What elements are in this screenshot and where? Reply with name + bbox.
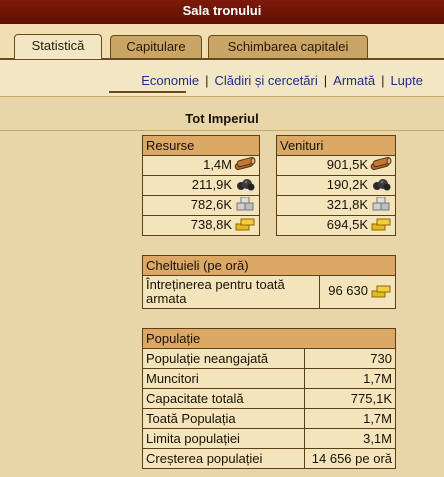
- tab-surrender[interactable]: Capitulare: [110, 35, 202, 58]
- table-row: Capacitate totală 775,1K: [142, 388, 396, 409]
- gold-icon: [370, 284, 392, 301]
- table-row: Muncitori 1,7M: [142, 368, 396, 389]
- table-row: 211,9K: [142, 175, 260, 196]
- table-row: 738,8K: [142, 215, 260, 236]
- table-row: 190,2K: [276, 175, 396, 196]
- gold-icon: [234, 217, 256, 234]
- population-header: Populație: [142, 328, 396, 349]
- resources-table: Resurse 1,4M 211,9K 782,6K 738,8K: [142, 135, 260, 236]
- tab-change-capital[interactable]: Schimbarea capitalei: [208, 35, 368, 58]
- coal-icon: [234, 177, 256, 194]
- expenses-header: Cheltuieli (pe oră): [142, 255, 396, 276]
- subnav-buildings-research[interactable]: Clădiri și cercetări: [214, 73, 317, 88]
- expenses-table: Cheltuieli (pe oră) Întreținerea pentru …: [142, 255, 396, 309]
- wood-icon: [370, 156, 392, 174]
- section-title: Tot Imperiul: [185, 111, 259, 126]
- army-upkeep-value: 96 630: [328, 283, 368, 299]
- table-row: 321,8K: [276, 195, 396, 216]
- tab-label: Schimbarea capitalei: [227, 39, 349, 54]
- gold-icon: [370, 217, 392, 234]
- resources-header: Resurse: [142, 135, 260, 156]
- coal-icon: [370, 177, 392, 194]
- stone-icon: [370, 196, 392, 214]
- wood-icon: [234, 156, 256, 174]
- subnav-army[interactable]: Armată: [333, 73, 375, 88]
- army-upkeep-label: Întreținerea pentru toată armata: [142, 275, 320, 309]
- active-subnav-indicator: [109, 91, 186, 93]
- table-row: Limita populației 3,1M: [142, 428, 396, 449]
- stone-icon: [234, 196, 256, 214]
- table-row: Populație neangajată 730: [142, 348, 396, 369]
- window-title: Sala tronului: [0, 0, 444, 25]
- subnav-economy[interactable]: Economie: [141, 73, 199, 88]
- table-row: 782,6K: [142, 195, 260, 216]
- table-row: 901,5K: [276, 155, 396, 176]
- subnav-battles[interactable]: Lupte: [390, 73, 423, 88]
- tab-label: Capitulare: [126, 39, 186, 54]
- table-row: 694,5K: [276, 215, 396, 236]
- throne-room-window: Sala tronului Statistică Capitulare Schi…: [0, 0, 444, 477]
- table-row: Întreținerea pentru toată armata 96 630: [142, 275, 396, 309]
- income-table: Venituri 901,5K 190,2K 321,8K 694,5K: [276, 135, 396, 236]
- table-row: Toată Populația 1,7M: [142, 408, 396, 429]
- table-row: 1,4M: [142, 155, 260, 176]
- statistics-content: Tot Imperiul Resurse 1,4M 211,9K 782,6K …: [0, 96, 444, 477]
- tab-bar: Statistică Capitulare Schimbarea capital…: [0, 24, 444, 60]
- population-table: Populație Populație neangajată 730 Muncit…: [142, 328, 396, 469]
- table-row: Creșterea populației 14 656 pe oră: [142, 448, 396, 469]
- sub-navigation: Economie | Clădiri și cercetări | Armată | Lup…: [0, 60, 444, 96]
- tab-label: Statistică: [31, 38, 85, 53]
- income-header: Venituri: [276, 135, 396, 156]
- tab-statistics[interactable]: Statistică: [14, 34, 102, 59]
